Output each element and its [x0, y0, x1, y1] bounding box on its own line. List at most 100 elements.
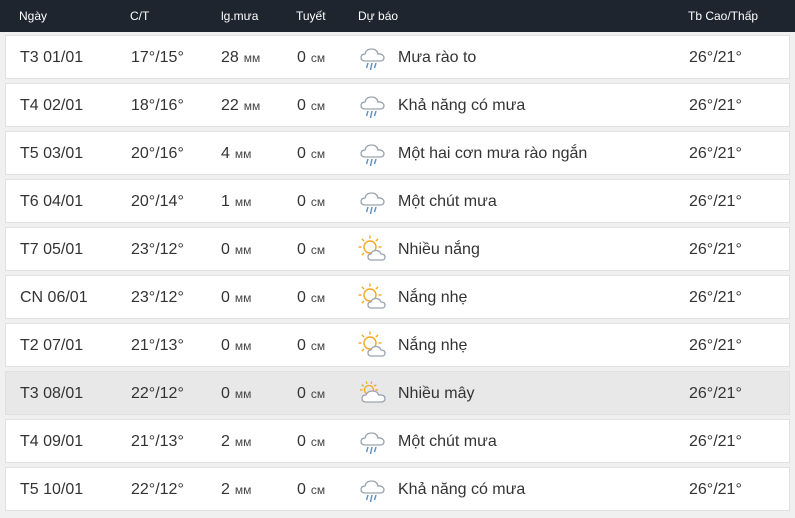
rain-cell: 4 мм: [221, 145, 251, 163]
table-row[interactable]: T5 10/01 22°/12° 2 мм 0 см Khả năng có mưa 26°/…: [5, 467, 790, 511]
forecast-cell: Một chút mưa: [398, 193, 497, 210]
forecast-cell: Nhiều nắng: [398, 241, 480, 258]
snow-value: 0: [297, 145, 306, 162]
rain-cloud-icon: [358, 187, 388, 217]
rain-cell: 1 мм: [221, 193, 251, 211]
forecast-cell: Mưa rào to: [398, 49, 477, 66]
sun-cloud-icon: [358, 283, 388, 313]
snow-cell: 0 см: [297, 385, 325, 403]
table-row[interactable]: T4 02/01 18°/16° 22 мм 0 см Khả năng có mưa 26°…: [5, 83, 790, 127]
sun-cloud-icon: [358, 331, 388, 361]
rain-cell: 0 мм: [221, 289, 251, 307]
forecast-cell: Một chút mưa: [398, 433, 497, 450]
snow-value: 0: [297, 49, 306, 66]
day-cell: T5 03/01: [20, 145, 84, 162]
rain-unit: мм: [234, 339, 252, 353]
table-row[interactable]: T7 05/01 23°/12° 0 мм 0 см Nhiều nắng 26°/21°: [5, 227, 790, 271]
snow-value: 0: [297, 433, 306, 450]
snow-cell: 0 см: [297, 49, 325, 67]
forecast-cell: Nắng nhẹ: [398, 289, 468, 306]
rain-unit: мм: [234, 483, 252, 497]
temp-cell: 22°/12°: [131, 481, 184, 498]
snow-unit: см: [310, 435, 326, 449]
snow-value: 0: [297, 481, 306, 498]
temp-cell: 23°/12°: [131, 241, 184, 258]
cloudy-sun-icon: [358, 379, 388, 409]
table-header: Ngày C/T lg.mưa Tuyết Dự báo Tb Cao/Thấp: [0, 0, 795, 32]
table-row[interactable]: T2 07/01 21°/13° 0 мм 0 см Nắng nhẹ 26°/21°: [5, 323, 790, 367]
temp-cell: 21°/13°: [131, 433, 184, 450]
snow-cell: 0 см: [297, 433, 325, 451]
snow-cell: 0 см: [297, 145, 325, 163]
rain-unit: мм: [243, 99, 261, 113]
rain-cell: 0 мм: [221, 385, 251, 403]
temp-cell: 23°/12°: [131, 289, 184, 306]
sun-cloud-icon: [358, 235, 388, 265]
day-cell: CN 06/01: [20, 289, 88, 306]
temp-cell: 18°/16°: [131, 97, 184, 114]
rain-cloud-icon: [358, 91, 388, 121]
day-cell: T3 01/01: [20, 49, 84, 66]
forecast-cell: Nắng nhẹ: [398, 337, 468, 354]
snow-value: 0: [297, 337, 306, 354]
table-body: T3 01/01 17°/15° 28 мм 0 см Mưa rào to 26°/21° T…: [0, 32, 795, 511]
rain-cloud-icon: [358, 427, 388, 457]
rain-value: 4: [221, 145, 230, 162]
snow-value: 0: [297, 241, 306, 258]
rain-cell: 2 мм: [221, 433, 251, 451]
rain-unit: мм: [234, 195, 252, 209]
header-temp: C/T: [130, 9, 150, 23]
rain-value: 22: [221, 97, 239, 114]
rain-value: 2: [221, 481, 230, 498]
rain-unit: мм: [234, 243, 252, 257]
table-row[interactable]: T3 01/01 17°/15° 28 мм 0 см Mưa rào to 26°/21°: [5, 35, 790, 79]
forecast-table: Ngày C/T lg.mưa Tuyết Dự báo Tb Cao/Thấp…: [0, 0, 795, 518]
rain-unit: мм: [243, 51, 261, 65]
rain-value: 0: [221, 289, 230, 306]
rain-unit: мм: [234, 435, 252, 449]
snow-cell: 0 см: [297, 289, 325, 307]
snow-unit: см: [310, 195, 326, 209]
snow-value: 0: [297, 97, 306, 114]
snow-unit: см: [310, 99, 326, 113]
header-avg: Tb Cao/Thấp: [688, 9, 759, 23]
avg-cell: 26°/21°: [689, 97, 742, 114]
day-cell: T3 08/01: [20, 385, 84, 402]
day-cell: T7 05/01: [20, 241, 84, 258]
avg-cell: 26°/21°: [689, 241, 742, 258]
rain-unit: мм: [234, 147, 252, 161]
temp-cell: 20°/14°: [131, 193, 184, 210]
temp-cell: 17°/15°: [131, 49, 184, 66]
forecast-cell: Một hai cơn mưa rào ngắn: [398, 145, 588, 162]
rain-value: 0: [221, 385, 230, 402]
forecast-cell: Nhiều mây: [398, 385, 475, 402]
temp-cell: 20°/16°: [131, 145, 184, 162]
table-row[interactable]: CN 06/01 23°/12° 0 мм 0 см Nắng nhẹ 26°/21°: [5, 275, 790, 319]
avg-cell: 26°/21°: [689, 385, 742, 402]
rain-value: 28: [221, 49, 239, 66]
snow-cell: 0 см: [297, 193, 325, 211]
avg-cell: 26°/21°: [689, 481, 742, 498]
table-row[interactable]: T4 09/01 21°/13° 2 мм 0 см Một chút mưa 26°/21°: [5, 419, 790, 463]
table-row[interactable]: T3 08/01 22°/12° 0 мм 0 см Nhiều mây 26°/21°: [5, 371, 790, 415]
rain-value: 2: [221, 433, 230, 450]
snow-unit: см: [310, 147, 326, 161]
rain-cell: 0 мм: [221, 241, 251, 259]
snow-unit: см: [310, 51, 326, 65]
table-row[interactable]: T6 04/01 20°/14° 1 мм 0 см Một chút mưa 26°/21°: [5, 179, 790, 223]
rain-unit: мм: [234, 387, 252, 401]
snow-unit: см: [310, 387, 326, 401]
rain-unit: мм: [234, 291, 252, 305]
temp-cell: 22°/12°: [131, 385, 184, 402]
avg-cell: 26°/21°: [689, 289, 742, 306]
snow-cell: 0 см: [297, 481, 325, 499]
snow-unit: см: [310, 483, 326, 497]
header-day: Ngày: [19, 9, 48, 23]
rain-cloud-icon: [358, 475, 388, 505]
rain-cell: 22 мм: [221, 97, 260, 115]
forecast-cell: Khả năng có mưa: [398, 97, 526, 114]
avg-cell: 26°/21°: [689, 193, 742, 210]
table-row[interactable]: T5 03/01 20°/16° 4 мм 0 см Một hai cơn mưa rào…: [5, 131, 790, 175]
avg-cell: 26°/21°: [689, 433, 742, 450]
snow-cell: 0 см: [297, 337, 325, 355]
